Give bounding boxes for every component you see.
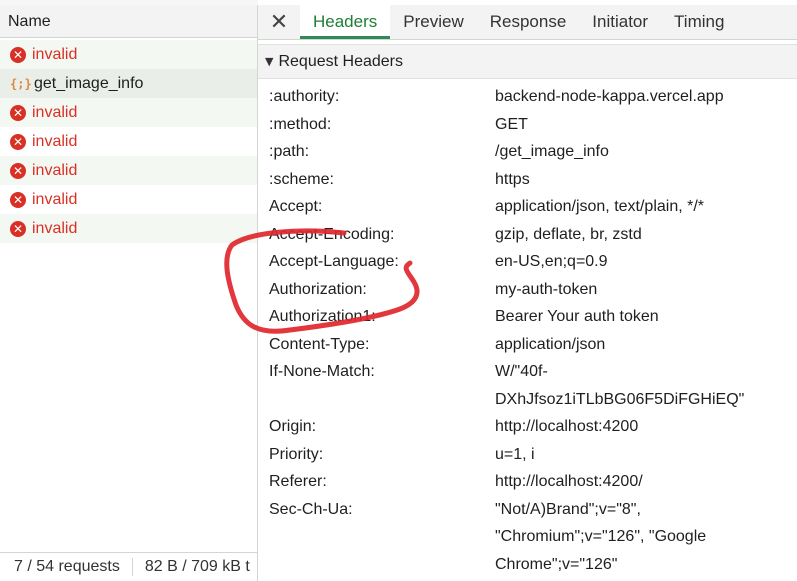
header-name: :authority: [269, 88, 340, 105]
header-name: Authorization1: [269, 308, 376, 325]
request-name: invalid [32, 190, 78, 208]
tab-initiator[interactable]: Initiator [579, 5, 661, 39]
request-row[interactable]: ✕ invalid [0, 156, 257, 185]
header-row: Content-Type: application/json [258, 331, 797, 359]
header-name: Origin: [269, 418, 317, 435]
request-name: invalid [32, 45, 78, 63]
header-name: If-None-Match: [269, 363, 375, 380]
header-row: :authority: backend-node-kappa.vercel.app [258, 83, 797, 111]
header-value: W/"40f-DXhJfsoz1iTLbBG06F5DiFGHiEQ" [495, 363, 745, 408]
header-value: https [495, 170, 530, 188]
close-icon[interactable]: ✕ [258, 5, 300, 39]
request-list-pane: Name ✕ invalid {;} get_image_info ✕ invalid ✕ i… [0, 0, 258, 581]
tab-preview[interactable]: Preview [390, 5, 476, 39]
header-value: my-auth-token [495, 280, 598, 298]
header-value: gzip, deflate, br, zstd [495, 225, 642, 243]
request-row[interactable]: ✕ invalid [0, 185, 257, 214]
request-row[interactable]: ✕ invalid [0, 127, 257, 156]
request-row[interactable]: {;} get_image_info [0, 69, 257, 98]
header-row: Accept-Language: en-US,en;q=0.9 [258, 248, 797, 276]
header-row: Authorization: my-auth-token [258, 276, 797, 304]
error-icon: ✕ [10, 191, 26, 208]
triangle-down-icon[interactable]: ▼ [265, 55, 273, 68]
header-value: GET [495, 115, 528, 133]
json-icon: {;} [10, 76, 32, 91]
header-row: Origin: http://localhost:4200 [258, 413, 797, 441]
request-name: get_image_info [34, 74, 144, 92]
header-row: Accept: application/json, text/plain, */* [258, 193, 797, 221]
tab-headers[interactable]: Headers [300, 5, 391, 39]
header-name: Referer: [269, 473, 327, 490]
request-row[interactable]: ✕ invalid [0, 98, 257, 127]
tab-timing[interactable]: Timing [661, 5, 737, 39]
header-name: Authorization: [269, 280, 367, 298]
header-name: Accept-Encoding: [269, 225, 395, 243]
header-row: Authorization1: Bearer Your auth token [258, 303, 797, 331]
tab-bar: ✕ Headers Preview Response Initiator Timing [258, 5, 797, 40]
request-name: invalid [32, 161, 78, 179]
header-value: http://localhost:4200 [495, 418, 639, 435]
request-count: 7 / 54 requests [0, 558, 133, 576]
header-value: application/json [495, 335, 606, 353]
details-pane: ✕ Headers Preview Response Initiator Timing … [258, 0, 797, 581]
header-row: If-None-Match: W/"40f-DXhJfsoz1iTLbBG06F5… [258, 358, 797, 413]
header-value: "Not/A)Brand";v="8", "Chromium";v="126",… [495, 500, 707, 573]
header-row: Priority: u=1, i [258, 441, 797, 469]
error-icon: ✕ [10, 220, 26, 237]
header-name: :method: [269, 115, 332, 133]
header-row: Accept-Encoding: gzip, deflate, br, zstd [258, 221, 797, 249]
header-name: Priority: [269, 445, 324, 463]
header-value: Bearer Your auth token [495, 308, 659, 325]
header-value: application/json, text/plain, */* [495, 198, 705, 215]
headers-table: :authority: backend-node-kappa.vercel.app… [258, 83, 797, 578]
request-row[interactable]: ✕ invalid [0, 40, 257, 69]
transferred-size: 82 B / 709 kB t [144, 558, 250, 575]
header-value: backend-node-kappa.vercel.app [495, 88, 724, 105]
status-bar: 7 / 54 requests 82 B / 709 kB t [0, 552, 257, 581]
request-name: invalid [32, 132, 78, 150]
request-headers-section[interactable]: ▼ Request Headers [258, 44, 797, 79]
header-name: :path: [269, 143, 310, 160]
header-value: /get_image_info [495, 143, 609, 160]
tab-response[interactable]: Response [477, 5, 580, 39]
header-row: :method: GET [258, 111, 797, 139]
header-name: Accept-Language: [269, 253, 399, 270]
header-name: Sec-Ch-Ua: [269, 500, 353, 518]
section-title: Request Headers [278, 52, 403, 70]
request-name: invalid [32, 219, 78, 237]
header-name: Accept: [269, 198, 323, 215]
request-list: ✕ invalid {;} get_image_info ✕ invalid ✕ invali… [0, 40, 257, 243]
request-row[interactable]: ✕ invalid [0, 214, 257, 243]
name-column-header[interactable]: Name [0, 5, 257, 38]
header-row: :path: /get_image_info [258, 138, 797, 166]
header-row: Referer: http://localhost:4200/ [258, 468, 797, 496]
error-icon: ✕ [10, 104, 26, 121]
header-value: u=1, i [495, 445, 535, 463]
header-value: http://localhost:4200/ [495, 473, 643, 490]
header-name: Content-Type: [269, 335, 370, 353]
error-icon: ✕ [10, 162, 26, 179]
header-value: en-US,en;q=0.9 [495, 253, 608, 270]
error-icon: ✕ [10, 46, 26, 63]
header-row: Sec-Ch-Ua: "Not/A)Brand";v="8", "Chromium… [258, 496, 797, 579]
header-name: :scheme: [269, 170, 334, 188]
header-row: :scheme: https [258, 166, 797, 194]
error-icon: ✕ [10, 133, 26, 150]
request-name: invalid [32, 103, 78, 121]
